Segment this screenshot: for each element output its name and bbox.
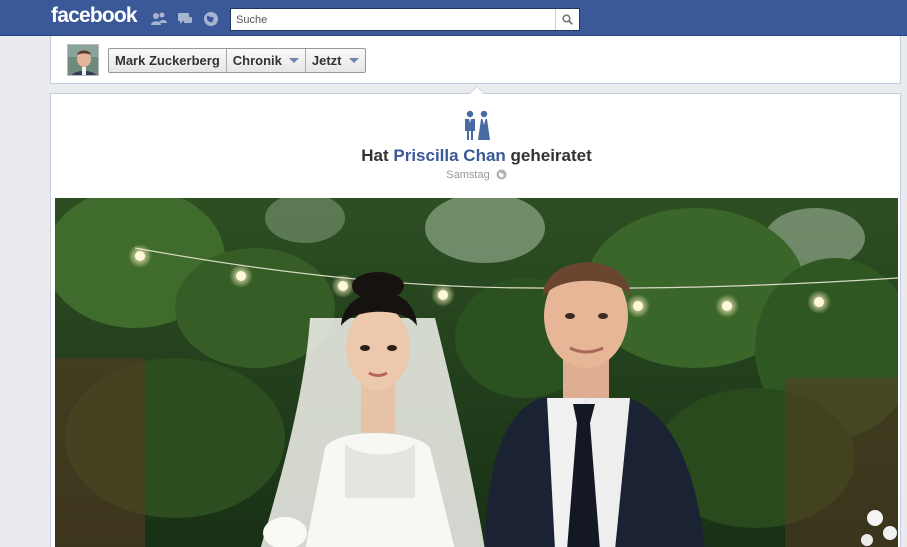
top-bar: facebook [0, 0, 907, 36]
headline-suffix: geheiratet [510, 146, 592, 165]
headline-prefix: Hat [361, 146, 389, 165]
chevron-down-icon [348, 58, 359, 63]
search-button[interactable] [555, 9, 579, 30]
search-icon [562, 14, 573, 25]
facebook-logo[interactable]: facebook [51, 4, 138, 28]
section-dropdown[interactable]: Chronik [227, 49, 306, 72]
avatar[interactable] [67, 44, 99, 76]
wedding-photo[interactable] [55, 198, 898, 547]
married-couple-icon [465, 110, 490, 140]
breadcrumb: Mark Zuckerberg Chronik Jetzt [108, 48, 366, 73]
messages-icon[interactable] [176, 10, 194, 28]
jewels [150, 10, 220, 28]
life-event-card: Hat Priscilla Chan geheiratet Samstag [50, 86, 902, 547]
chevron-down-icon [288, 58, 299, 63]
profile-name-link[interactable]: Mark Zuckerberg [109, 49, 227, 72]
person-link[interactable]: Priscilla Chan [393, 146, 505, 165]
period-dropdown[interactable]: Jetzt [306, 49, 365, 72]
search-input[interactable] [231, 9, 556, 30]
friend-requests-icon[interactable] [150, 10, 168, 28]
story-headline: Hat Priscilla Chan geheiratet [51, 146, 902, 166]
notifications-icon[interactable] [202, 10, 220, 28]
timestamp[interactable]: Samstag [446, 169, 489, 181]
globe-icon[interactable] [496, 169, 507, 180]
search-box [230, 8, 580, 31]
story-meta: Samstag [51, 169, 902, 181]
timeline-nav: Mark Zuckerberg Chronik Jetzt [50, 36, 901, 84]
card-pointer [469, 86, 485, 94]
